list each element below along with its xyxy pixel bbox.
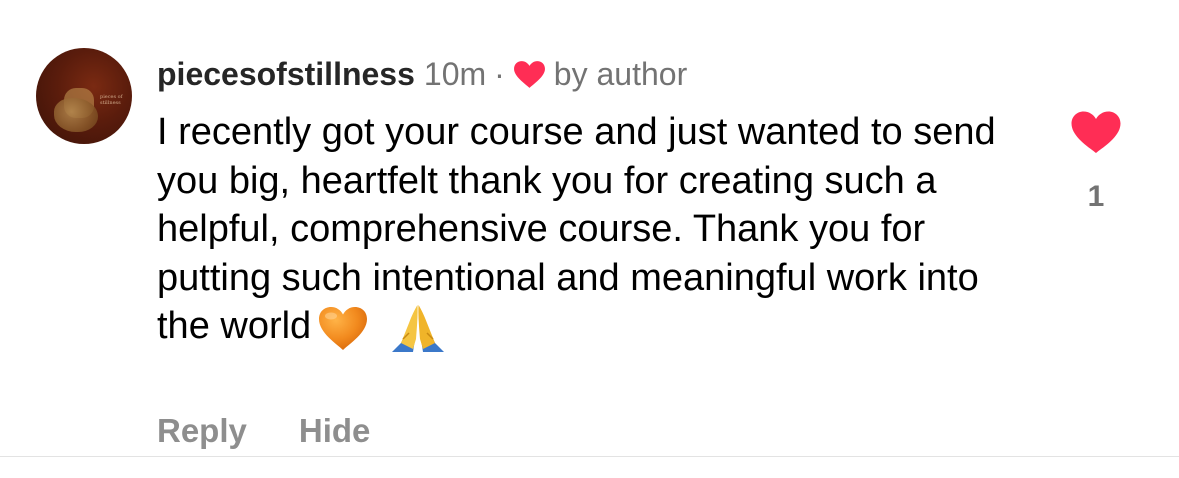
like-count[interactable]: 1 (1066, 179, 1126, 215)
comment-header: piecesofstillness 10m · by author (157, 54, 687, 94)
comment-text: I recently got your course and just want… (157, 108, 1017, 353)
avatar-logo-text: pieces of stillness (100, 94, 123, 106)
comment-body: I recently got your course and just want… (157, 111, 996, 347)
reply-button[interactable]: Reply (157, 412, 247, 450)
timestamp: 10m (423, 55, 487, 92)
like-heart-icon[interactable] (1070, 110, 1122, 154)
comment-actions: Reply Hide (157, 412, 370, 450)
separator-dot: · (494, 55, 505, 92)
red-heart-icon (513, 60, 545, 88)
liked-by-author-label: by author (553, 55, 688, 92)
avatar[interactable]: pieces of stillness (36, 48, 132, 144)
avatar-hand-shape (54, 98, 98, 132)
like-control: 1 (1066, 110, 1126, 215)
comment-row: pieces of stillness piecesofstillness 10… (0, 0, 1179, 457)
comment-emojis (317, 303, 447, 353)
folded-hands-emoji (392, 304, 445, 352)
hide-button[interactable]: Hide (299, 412, 371, 450)
orange-heart-emoji (319, 306, 368, 350)
username-link[interactable]: piecesofstillness (157, 56, 415, 93)
